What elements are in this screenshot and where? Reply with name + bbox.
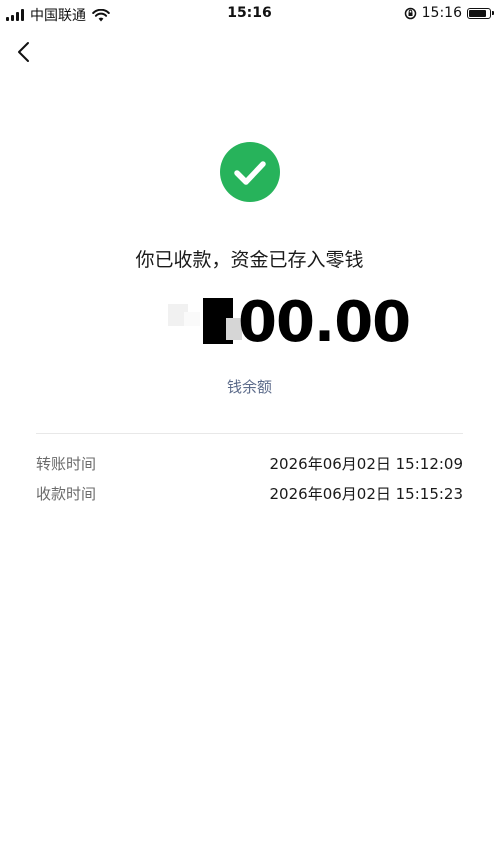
detail-row-receive-time: 收款时间 2026年06月02日 15:15:23 bbox=[36, 483, 463, 507]
detail-value: 2026年06月02日 15:15:23 bbox=[269, 485, 463, 503]
back-button[interactable] bbox=[12, 38, 36, 66]
battery-icon bbox=[467, 7, 494, 19]
receipt-status-title: 你已收款，资金已存入零钱 bbox=[135, 249, 364, 271]
detail-row-transfer-time: 转账时间 2026年06月02日 15:12:09 bbox=[36, 453, 463, 477]
status-bar: 中国联通 15:16 15:16 bbox=[0, 0, 499, 28]
check-circle-icon bbox=[220, 142, 280, 202]
divider bbox=[36, 433, 463, 434]
orientation-lock-icon bbox=[404, 7, 416, 19]
redaction-blur bbox=[184, 312, 200, 326]
amount: 00.00 bbox=[0, 288, 499, 358]
status-right: 15:16 bbox=[404, 5, 494, 21]
balance-link[interactable]: 钱余额 bbox=[0, 376, 499, 397]
status-time-right: 15:16 bbox=[421, 5, 462, 21]
detail-label: 转账时间 bbox=[36, 455, 97, 473]
amount-value: 00.00 bbox=[238, 290, 411, 355]
detail-label: 收款时间 bbox=[36, 485, 97, 503]
chevron-left-icon bbox=[18, 42, 29, 62]
detail-value: 2026年06月02日 15:12:09 bbox=[269, 455, 463, 473]
